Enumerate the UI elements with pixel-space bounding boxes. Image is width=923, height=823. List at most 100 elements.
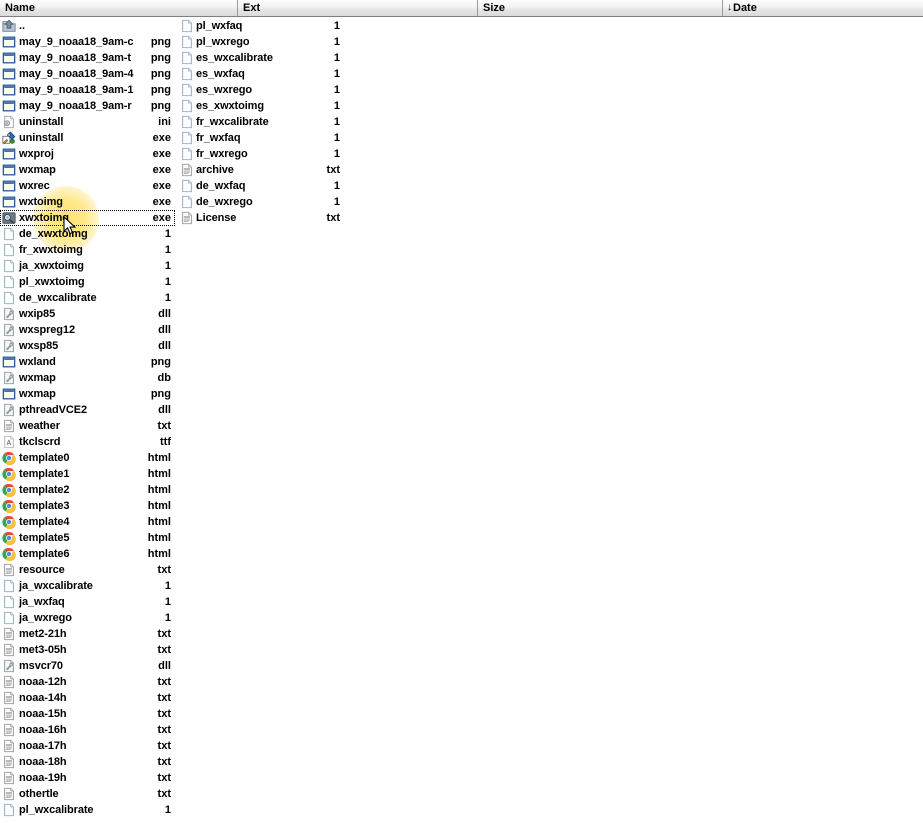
column-header-ext[interactable]: Ext [237, 0, 477, 16]
file-row[interactable]: pl_wxfaq 1 [178, 18, 343, 34]
document-file-icon [180, 35, 194, 49]
dll-file-icon [2, 323, 16, 337]
file-row[interactable]: tkclscrd ttf [0, 434, 175, 450]
file-row[interactable]: wxrec exe [0, 178, 175, 194]
file-row[interactable]: License txt [178, 210, 343, 226]
file-row[interactable]: uninstall exe [0, 130, 175, 146]
file-row[interactable]: may_9_noaa18_9am-4 png [0, 66, 175, 82]
file-row[interactable]: de_wxcalibrate 1 [0, 290, 175, 306]
file-row[interactable]: es_xwxtoimg 1 [178, 98, 343, 114]
file-row[interactable]: noaa-19h txt [0, 770, 175, 786]
file-row[interactable]: template0 html [0, 450, 175, 466]
file-name-label: fr_wxfaq [196, 132, 241, 144]
file-ext-label: dll [158, 324, 171, 336]
file-row[interactable]: fr_xwxtoimg 1 [0, 242, 175, 258]
file-row[interactable]: es_wxrego 1 [178, 82, 343, 98]
document-file-icon [180, 67, 194, 81]
file-ext-label: 1 [164, 612, 171, 624]
file-row[interactable]: template3 html [0, 498, 175, 514]
file-row[interactable]: ja_xwxtoimg 1 [0, 258, 175, 274]
file-row[interactable]: pl_wxrego 1 [178, 34, 343, 50]
file-row[interactable]: es_wxfaq 1 [178, 66, 343, 82]
file-name-label: es_wxcalibrate [196, 52, 273, 64]
file-row[interactable]: noaa-12h txt [0, 674, 175, 690]
file-row[interactable]: wxproj exe [0, 146, 175, 162]
file-name-label: noaa-16h [19, 724, 67, 736]
file-name-label: met3-05h [19, 644, 67, 656]
document-file-icon [180, 83, 194, 97]
text-file-icon [2, 739, 16, 753]
file-row[interactable]: wxip85 dll [0, 306, 175, 322]
file-name-label: noaa-18h [19, 756, 67, 768]
file-ext-label: exe [152, 148, 171, 160]
file-row[interactable]: noaa-16h txt [0, 722, 175, 738]
file-row[interactable]: template6 html [0, 546, 175, 562]
font-file-icon [2, 435, 16, 449]
file-row[interactable]: ja_wxcalibrate 1 [0, 578, 175, 594]
file-name-label: pl_wxrego [196, 36, 250, 48]
file-row[interactable]: template4 html [0, 514, 175, 530]
file-row[interactable]: .. [0, 18, 175, 34]
file-row[interactable]: resource txt [0, 562, 175, 578]
file-ext-label: txt [157, 724, 171, 736]
file-row[interactable]: wxsp85 dll [0, 338, 175, 354]
file-name-label: wxspreg12 [19, 324, 75, 336]
file-row[interactable]: met3-05h txt [0, 642, 175, 658]
file-ext-label: txt [157, 692, 171, 704]
file-ext-label: 1 [164, 228, 171, 240]
file-ext-label: exe [152, 132, 171, 144]
file-row[interactable]: template1 html [0, 466, 175, 482]
column-header-date[interactable]: ↓Date [722, 0, 923, 16]
file-row[interactable]: wxland png [0, 354, 175, 370]
file-row[interactable]: fr_wxfaq 1 [178, 130, 343, 146]
file-row[interactable]: othertle txt [0, 786, 175, 802]
file-name-label: uninstall [19, 116, 64, 128]
file-row[interactable]: weather txt [0, 418, 175, 434]
file-row[interactable]: may_9_noaa18_9am-r png [0, 98, 175, 114]
file-ext-label: txt [157, 564, 171, 576]
file-row[interactable]: ja_wxfaq 1 [0, 594, 175, 610]
file-row[interactable]: may_9_noaa18_9am-1 png [0, 82, 175, 98]
file-row[interactable]: pl_wxcalibrate 1 [0, 802, 175, 818]
file-ext-label: exe [152, 180, 171, 192]
file-row[interactable]: de_wxfaq 1 [178, 178, 343, 194]
file-row[interactable]: de_xwxtoimg 1 [0, 226, 175, 242]
parent-folder-icon [2, 19, 16, 33]
file-row[interactable]: noaa-18h txt [0, 754, 175, 770]
file-ext-label: html [147, 484, 171, 496]
file-row[interactable]: wxtoimg exe [0, 194, 175, 210]
file-row[interactable]: ja_wxrego 1 [0, 610, 175, 626]
file-row[interactable]: archive txt [178, 162, 343, 178]
file-row[interactable]: noaa-17h txt [0, 738, 175, 754]
file-row[interactable]: fr_wxrego 1 [178, 146, 343, 162]
file-row[interactable]: template5 html [0, 530, 175, 546]
left-file-pane[interactable]: .. may_9_noaa18_9am-c png may_9_noaa18_9am-… [0, 18, 175, 818]
file-row[interactable]: de_wxrego 1 [178, 194, 343, 210]
file-row[interactable]: met2-21h txt [0, 626, 175, 642]
file-row[interactable]: wxspreg12 dll [0, 322, 175, 338]
column-header-size[interactable]: Size [477, 0, 722, 16]
file-ext-label: 1 [333, 116, 340, 128]
file-row[interactable]: msvcr70 dll [0, 658, 175, 674]
file-row[interactable]: wxmap png [0, 386, 175, 402]
file-ext-label: html [147, 500, 171, 512]
file-name-label: noaa-17h [19, 740, 67, 752]
right-file-pane[interactable]: pl_wxfaq 1 pl_wxrego 1 es_wxcalibrate 1 es_wxf… [178, 18, 343, 226]
file-row[interactable]: xwxtoimg exe [0, 210, 175, 226]
text-file-icon [2, 771, 16, 785]
file-row[interactable]: may_9_noaa18_9am-c png [0, 34, 175, 50]
file-row[interactable]: noaa-14h txt [0, 690, 175, 706]
file-row[interactable]: pthreadVCE2 dll [0, 402, 175, 418]
file-row[interactable]: es_wxcalibrate 1 [178, 50, 343, 66]
file-row[interactable]: template2 html [0, 482, 175, 498]
file-row[interactable]: fr_wxcalibrate 1 [178, 114, 343, 130]
file-row[interactable]: may_9_noaa18_9am-t png [0, 50, 175, 66]
file-row[interactable]: pl_xwxtoimg 1 [0, 274, 175, 290]
file-row[interactable]: wxmap db [0, 370, 175, 386]
dll-file-icon [2, 371, 16, 385]
file-row[interactable]: uninstall ini [0, 114, 175, 130]
file-row[interactable]: noaa-15h txt [0, 706, 175, 722]
file-row[interactable]: wxmap exe [0, 162, 175, 178]
column-header-name[interactable]: Name [0, 0, 237, 16]
file-ext-label: dll [158, 404, 171, 416]
